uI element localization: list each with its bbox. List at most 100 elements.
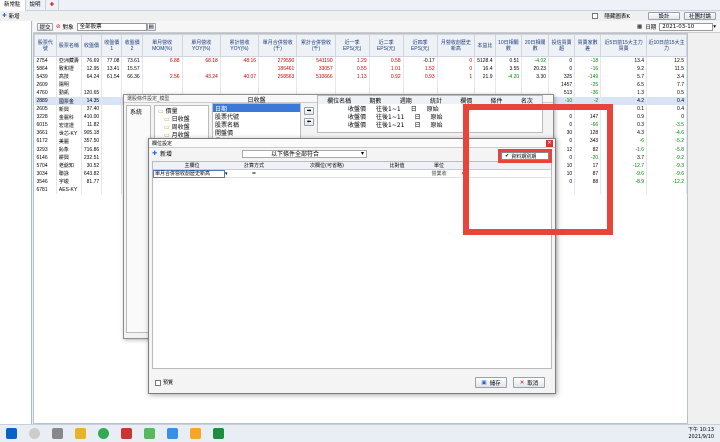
table-cell: 21.9 <box>474 72 496 81</box>
column-header[interactable]: 單月營收YOY(%) <box>181 34 221 57</box>
table-cell: 5704 <box>34 161 57 170</box>
table-cell <box>101 129 123 138</box>
pin-icon[interactable]: ✚ <box>46 0 60 11</box>
table-row[interactable]: 2754 亞洲藏壽 76.69 77.08 73.61 6.88 68.18 48.16 279… <box>34 56 687 65</box>
condition-column-header: 計算方式 <box>243 163 264 169</box>
table-cell: AES-KY <box>56 186 82 195</box>
stop-icon[interactable]: ⊘ <box>56 24 61 30</box>
new-button[interactable]: ✚ 新增 <box>2 12 20 20</box>
table-cell <box>101 177 123 186</box>
table-cell: 陽明 <box>56 80 82 89</box>
table-cell: 美麗 <box>56 137 82 146</box>
tree-node[interactable]: ▭ 價量 <box>155 106 208 115</box>
system-tab[interactable]: 系統 <box>127 106 150 117</box>
folder-icon[interactable] <box>75 428 86 439</box>
save-button-label: 儲存 <box>489 380 501 387</box>
tree-node[interactable]: ▭ 周收盤 <box>155 122 208 131</box>
tree-node[interactable]: ▭ 日收盤 <box>155 114 208 123</box>
taskview-icon[interactable] <box>52 428 63 439</box>
table-cell: 716.86 <box>81 145 103 154</box>
condition-calc[interactable]: = <box>231 171 277 177</box>
field-list-item[interactable]: 開盤價 <box>213 128 300 137</box>
column-header[interactable]: 20日相關數 <box>521 34 550 57</box>
table-row[interactable]: 2609 陽明 1457 -25 6.5 7.7 <box>34 80 687 89</box>
condition-main-field[interactable]: 單月合併營收創歷史新高 <box>153 169 225 178</box>
column-header[interactable]: 近5日前15大主力買賣 <box>600 34 648 57</box>
column-header[interactable]: 累計合併營收(千) <box>296 34 336 57</box>
save-button[interactable]: ▣ 儲存 <box>475 377 507 388</box>
submit-button[interactable]: 提交 <box>37 22 53 31</box>
table-cell: 0 <box>437 64 476 73</box>
table-cell: 48.16 <box>220 56 260 65</box>
chrome-icon[interactable] <box>98 428 109 439</box>
column-header[interactable]: 本益比 <box>474 34 496 57</box>
field-list-item[interactable]: 股票代號 <box>213 112 300 121</box>
tab-home[interactable]: 新常駐 <box>0 0 26 11</box>
table-cell: 81.77 <box>81 177 103 186</box>
column-header[interactable]: 投信買賣超 <box>548 34 576 57</box>
chevron-down-icon[interactable]: ▾ <box>713 24 716 30</box>
column-header[interactable]: 近一季EPS(元) <box>334 34 370 57</box>
column-header[interactable]: 股票代號 <box>34 34 57 57</box>
table-cell: 43.24 <box>182 72 221 81</box>
preview-checkbox[interactable] <box>155 379 161 386</box>
hide-chart-checkbox[interactable] <box>592 13 599 19</box>
clock-time: 下午 10:13 <box>688 426 714 433</box>
tree-node[interactable]: ▭ 月收盤 <box>155 130 208 139</box>
column-header[interactable]: 10日相關數 <box>494 34 523 57</box>
table-cell: 0.93 <box>403 72 438 81</box>
column-header[interactable]: 收盤價 <box>80 34 103 57</box>
line-icon[interactable] <box>144 428 155 439</box>
chat-icon[interactable] <box>167 428 178 439</box>
table-cell: 0.58 <box>369 56 404 65</box>
table-cell: 6015 <box>34 121 57 130</box>
target-select[interactable]: 全部股票 <box>76 22 147 31</box>
add-condition-button[interactable]: ✚ 新增 <box>152 149 172 158</box>
cancel-button[interactable]: ✕ 取消 <box>513 377 545 388</box>
field-list-item[interactable]: 股票名稱 <box>213 120 300 129</box>
field-list-item[interactable]: 日期 <box>213 104 300 113</box>
table-cell: 3293 <box>34 145 57 154</box>
column-header[interactable]: 近四季EPS(元) <box>402 34 438 57</box>
column-header[interactable]: 累計營收YOY(%) <box>219 34 260 57</box>
add-icon: ✚ <box>152 150 158 157</box>
column-header[interactable]: 單月營收MOM(%) <box>141 34 183 57</box>
column-header[interactable]: 股票名稱 <box>55 34 82 57</box>
table-cell <box>101 169 123 178</box>
table-row[interactable]: 5439 高技 64.24 61.54 66.36 2.56 43.24 40.07 25856… <box>34 72 687 81</box>
hide-chart-label: 隱藏圖表K <box>604 14 630 20</box>
table-row[interactable]: 5864 致和證 12.95 13.41 15.57 186461 33057 0.55 1.0… <box>34 64 687 73</box>
app-icon[interactable] <box>121 428 132 439</box>
column-header[interactable]: 收盤價2 <box>121 34 143 57</box>
column-header[interactable]: 近10日前15大主力 <box>646 34 687 57</box>
table-cell: -18 <box>574 56 602 65</box>
column-header[interactable]: 買賣家數差 <box>574 34 602 57</box>
table-cell <box>646 186 687 195</box>
start-icon[interactable] <box>6 428 17 439</box>
column-header[interactable]: 單月合併營收(千) <box>258 34 298 57</box>
column-header[interactable]: 月營收創歷史新高 <box>436 34 476 57</box>
table-cell: 33057 <box>296 64 336 73</box>
condition-column-header: 單位 <box>433 163 444 169</box>
move-right-button[interactable]: ➡ <box>304 107 314 115</box>
column-header[interactable]: 收盤價1 <box>101 34 123 57</box>
move-left-button[interactable]: ⬅ <box>304 118 314 126</box>
table-cell: 致和證 <box>56 64 82 73</box>
target-menu-button[interactable]: ▤ <box>146 22 156 31</box>
condition-unit[interactable]: 營業收 <box>417 170 461 177</box>
date-input[interactable]: 2021-03-10 <box>659 22 714 31</box>
sheets-icon[interactable] <box>213 428 224 439</box>
table-cell: 68.18 <box>182 56 221 65</box>
table-cell: 541190 <box>296 56 336 65</box>
table-cell: 13.41 <box>101 64 123 73</box>
community-button-label: 社團討論 <box>688 14 711 20</box>
match-mode-select[interactable]: 以下條件全部符合 ▾ <box>242 149 368 158</box>
search-icon[interactable] <box>29 428 40 439</box>
clock[interactable]: 下午 10:13 2021/9/10 <box>688 427 714 441</box>
notes-icon[interactable] <box>190 428 201 439</box>
column-header[interactable]: 近二季EPS(元) <box>368 34 404 57</box>
tab-help[interactable]: 說明 <box>26 0 46 11</box>
design-button[interactable]: 設計 <box>648 12 680 20</box>
table-cell: 0.51 <box>495 56 523 65</box>
community-button[interactable]: 社團討論 <box>684 12 716 20</box>
